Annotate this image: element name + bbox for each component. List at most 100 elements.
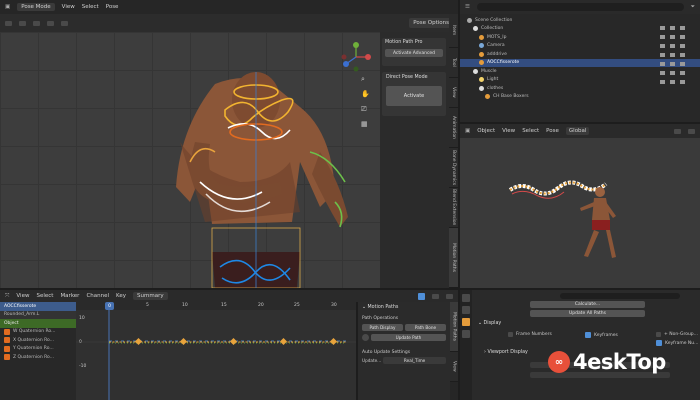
update-all-paths-button[interactable]: Update All Paths: [530, 310, 645, 317]
tab-blend-extension[interactable]: Blend Extension: [449, 188, 458, 228]
menu-channel[interactable]: Channel: [86, 293, 109, 299]
menu-select[interactable]: Select: [36, 293, 53, 299]
path-display-button[interactable]: Path Display: [362, 324, 403, 331]
select-box-icon[interactable]: [5, 20, 12, 26]
outliner: ☰ ⏷ Scene Collection Collection MOTS_Ip …: [460, 0, 700, 122]
menu-pose[interactable]: Pose: [106, 4, 119, 10]
menu-select[interactable]: Select: [522, 128, 539, 134]
graph-area[interactable]: 0 5 10 15 20 25 30 10 0 -10 0: [76, 302, 356, 400]
channel-row[interactable]: Y Quaternion Ro...: [0, 345, 76, 354]
non-grouped-option[interactable]: + Non-Group...: [656, 332, 698, 337]
camera-view-icon[interactable]: ⎚: [361, 105, 371, 115]
channel-row[interactable]: AOCCfisserote: [0, 302, 76, 311]
editor-type-icon[interactable]: ▣: [5, 4, 10, 10]
calculate-button[interactable]: Calculate...: [530, 301, 645, 308]
current-frame-indicator[interactable]: 0: [105, 302, 114, 310]
zoom-icon[interactable]: ⌕: [361, 75, 371, 85]
tab-motion-paths[interactable]: Motion Paths: [449, 228, 458, 288]
channel-row[interactable]: Rounded_Arm.L: [0, 310, 76, 319]
tab-motion-paths[interactable]: Motion Paths: [450, 302, 458, 352]
tab-view[interactable]: View: [449, 78, 458, 108]
camera-icon: [479, 43, 484, 49]
character-figure: [176, 72, 348, 288]
channel-row[interactable]: Object: [0, 319, 76, 328]
clear-path-icon[interactable]: [362, 334, 369, 341]
path-bone-button[interactable]: Path Bone: [405, 324, 446, 331]
main-viewport[interactable]: ⌕ ✋ ⎚ ▦: [0, 32, 380, 288]
mode-select[interactable]: Pose Mode: [17, 3, 55, 11]
render-properties-icon[interactable]: [462, 306, 470, 314]
normalize-icon[interactable]: [432, 293, 439, 299]
properties-search[interactable]: [560, 293, 680, 299]
pan-hand-icon[interactable]: ✋: [361, 90, 371, 100]
preview-viewport[interactable]: [460, 138, 700, 288]
light-icon: [479, 77, 484, 83]
summary-toggle[interactable]: Summary: [133, 292, 168, 300]
watermark-logo: ∞ 4eskTop: [548, 350, 666, 374]
outliner-header: ☰ ⏷: [460, 0, 700, 14]
channel-row[interactable]: X Quaternion Ro...: [0, 336, 76, 345]
motion-paths-title[interactable]: ⌄ Motion Paths: [358, 302, 450, 313]
visibility-toggles[interactable]: [656, 16, 696, 106]
keyframes-checkbox[interactable]: [585, 332, 591, 338]
keyframes-option[interactable]: Keyframes: [585, 332, 618, 338]
grid-view-icon[interactable]: ▦: [361, 120, 371, 130]
path-operations-header[interactable]: Path Operations: [358, 313, 450, 324]
shading-icon[interactable]: [674, 128, 681, 134]
tab-tool[interactable]: Tool: [449, 48, 458, 78]
bone-properties-icon[interactable]: [462, 330, 470, 338]
menu-pose[interactable]: Pose: [546, 128, 559, 134]
keyframe-numbers-option[interactable]: Keyframe Nu...: [656, 340, 698, 346]
channel-row[interactable]: Z Quaternion Ro...: [0, 353, 76, 362]
outliner-search-icon[interactable]: [476, 3, 684, 11]
filter-icon[interactable]: ⏷: [691, 4, 695, 11]
tool-properties-icon[interactable]: [462, 294, 470, 302]
transform-icon[interactable]: [19, 20, 26, 26]
collection-icon: [473, 68, 478, 74]
object-properties-icon[interactable]: [462, 318, 470, 326]
channel-row[interactable]: W Quaternion Ro...: [0, 328, 76, 337]
update-mode-select[interactable]: Real_Time: [383, 357, 446, 364]
update-path-button[interactable]: Update Path: [371, 334, 446, 341]
proportional-icon[interactable]: [61, 20, 68, 26]
object-icon: [479, 51, 484, 57]
menu-marker[interactable]: Marker: [60, 293, 79, 299]
editor-type-icon[interactable]: ⤧: [5, 293, 9, 300]
pivot-icon[interactable]: [33, 20, 40, 26]
motion-panel-tabs: Motion Paths View: [450, 302, 458, 400]
properties-tabs: [460, 290, 472, 400]
activate-advanced-button[interactable]: Activate Advanced: [385, 49, 443, 57]
outliner-type-icon[interactable]: ☰: [465, 4, 470, 10]
tab-animation[interactable]: Animation: [449, 108, 458, 148]
frame-numbers-option[interactable]: Frame Numbers: [508, 332, 552, 337]
snap-icon[interactable]: [47, 20, 54, 26]
menu-view[interactable]: View: [502, 128, 515, 134]
menu-view[interactable]: View: [62, 4, 75, 10]
menu-view[interactable]: View: [16, 293, 29, 299]
transform-orientation-select[interactable]: Global: [565, 127, 590, 135]
motion-paths-panel: ⌄ Motion Paths Path Operations Path Disp…: [358, 302, 450, 400]
watermark-logo-icon: ∞: [548, 351, 570, 373]
pose-options-button[interactable]: Pose Options: [409, 18, 453, 28]
fcurves[interactable]: [76, 302, 356, 400]
tab-view[interactable]: View: [450, 352, 458, 382]
display-section-header[interactable]: ⌄ Display: [478, 321, 501, 326]
viewport-display-section[interactable]: › Viewport Display: [484, 350, 528, 355]
editor-type-icon[interactable]: ▣: [465, 128, 470, 134]
activate-button[interactable]: Activate: [386, 86, 442, 106]
tab-bone-dynamics[interactable]: Bone Dynamics: [449, 148, 458, 188]
snap-icon[interactable]: [446, 293, 453, 299]
object-icon: [479, 34, 484, 40]
collection-icon: [473, 26, 478, 32]
menu-select[interactable]: Select: [82, 4, 99, 10]
navigation-gizmo[interactable]: [341, 42, 371, 72]
tab-item[interactable]: Item: [449, 14, 458, 48]
preview-header: ▣ Object View Select Pose Global: [460, 124, 700, 138]
sidebar-panel: Motion Path Pro Activate Advanced Direct…: [380, 32, 449, 288]
overlay-icon[interactable]: [688, 128, 695, 134]
filter-icon[interactable]: [418, 292, 425, 300]
auto-update-settings-header[interactable]: Auto Update Settings: [358, 344, 450, 357]
menu-key[interactable]: Key: [116, 293, 126, 299]
motion-path-pro-panel: Motion Path Pro Activate Advanced: [382, 38, 446, 66]
menu-object[interactable]: Object: [477, 128, 495, 134]
